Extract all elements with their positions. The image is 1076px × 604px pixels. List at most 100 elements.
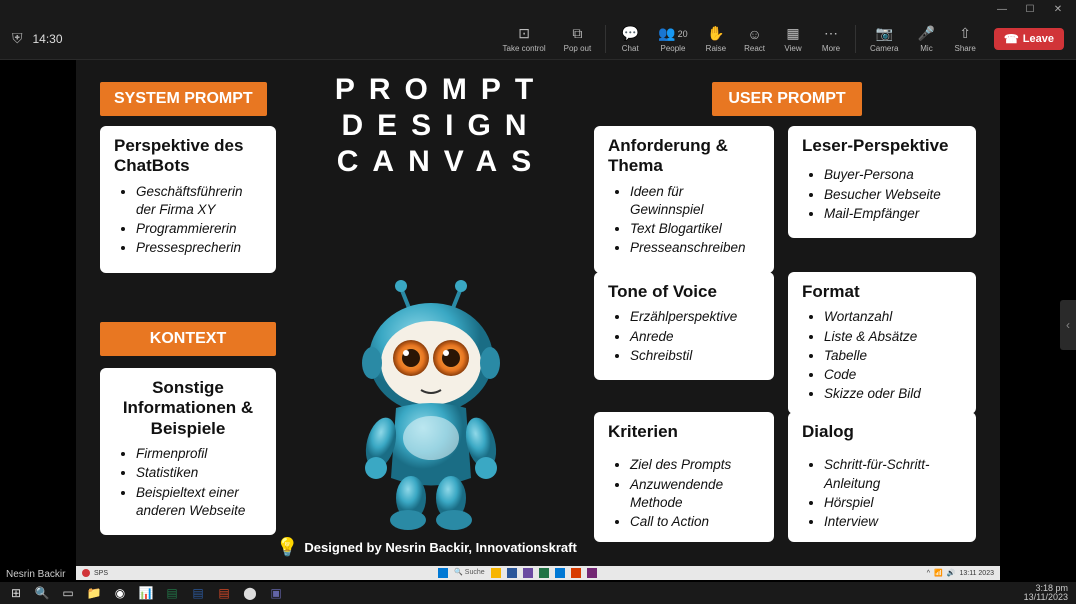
list-item: Schritt-für-Schritt-Anleitung bbox=[824, 456, 962, 492]
card-heading: Sonstige Informationen & Beispiele bbox=[114, 378, 262, 439]
mic-off-icon: 🎤 bbox=[918, 25, 935, 43]
view-button[interactable]: ▦ View bbox=[775, 23, 811, 55]
powerpoint-icon[interactable]: ▤ bbox=[216, 585, 232, 601]
card-perspektive-chatbot: Perspektive des ChatBots Geschäftsführer… bbox=[100, 126, 276, 273]
people-count: 20 bbox=[678, 29, 688, 39]
people-icon: 👥20 bbox=[658, 25, 687, 43]
card-heading: Tone of Voice bbox=[608, 282, 760, 302]
list-item: Ziel des Prompts bbox=[630, 456, 760, 474]
view-icon: ▦ bbox=[786, 25, 799, 43]
take-control-button[interactable]: ⊡ Take control bbox=[495, 23, 554, 55]
card-list: Geschäftsführerin der Firma XY Programmi… bbox=[114, 183, 262, 258]
camera-icon: 📷 bbox=[876, 25, 893, 43]
taskbar-app-icon[interactable] bbox=[507, 568, 517, 578]
tray-volume-icon[interactable]: 🔊 bbox=[947, 569, 956, 577]
card-format: Format Wortanzahl Liste & Absätze Tabell… bbox=[788, 272, 976, 414]
list-item: Ideen für Gewinnspiel bbox=[630, 183, 760, 219]
windows-start-icon[interactable] bbox=[438, 568, 448, 578]
list-item: Firmenprofil bbox=[136, 445, 262, 463]
smile-icon: ☺ bbox=[747, 25, 761, 43]
card-list: Firmenprofil Statistiken Beispieltext ei… bbox=[114, 445, 262, 520]
taskbar-app-icon[interactable] bbox=[587, 568, 597, 578]
taskbar-app-icon[interactable] bbox=[523, 568, 533, 578]
leave-button[interactable]: ☎ Leave bbox=[994, 28, 1064, 50]
thumbnail-strip bbox=[0, 60, 76, 580]
system-prompt-badge: SYSTEM PROMPT bbox=[100, 82, 267, 116]
list-item: Skizze oder Bild bbox=[824, 385, 962, 403]
share-icon: ⇧ bbox=[959, 25, 971, 43]
minimize-button[interactable]: — bbox=[988, 1, 1016, 17]
people-button[interactable]: 👥20 People bbox=[650, 23, 695, 55]
share-button[interactable]: ⇧ Share bbox=[946, 23, 983, 55]
list-item: Beispieltext einer anderen Webseite bbox=[136, 484, 262, 520]
close-button[interactable]: ✕ bbox=[1044, 1, 1072, 17]
lightbulb-icon: 💡 bbox=[276, 537, 298, 558]
list-item: Erzählperspektive bbox=[630, 308, 760, 326]
app-icon[interactable]: 📊 bbox=[138, 585, 154, 601]
chat-icon: 💬 bbox=[622, 25, 639, 43]
chrome-icon[interactable]: ◉ bbox=[112, 585, 128, 601]
host-clock[interactable]: 3:18 pm 13/11/2023 bbox=[1024, 584, 1068, 602]
list-item: Tabelle bbox=[824, 347, 962, 365]
tray-wifi-icon[interactable]: 📶 bbox=[934, 569, 943, 577]
card-tone-of-voice: Tone of Voice Erzählperspektive Anrede S… bbox=[594, 272, 774, 380]
leave-label: Leave bbox=[1023, 33, 1054, 45]
list-item: Interview bbox=[824, 513, 962, 531]
remote-taskbar-center: 🔍 Suche bbox=[438, 568, 597, 578]
list-item: Wortanzahl bbox=[824, 308, 962, 326]
list-item: Programmiererin bbox=[136, 220, 262, 238]
chat-button[interactable]: 💬 Chat bbox=[612, 23, 648, 55]
tray-chevron-icon[interactable]: ^ bbox=[927, 570, 930, 577]
list-item: Presseanschreiben bbox=[630, 239, 760, 257]
camera-button[interactable]: 📷 Camera bbox=[862, 23, 906, 55]
excel-icon[interactable]: ▤ bbox=[164, 585, 180, 601]
obs-icon[interactable]: ⬤ bbox=[242, 585, 258, 601]
presenter-name: Nesrin Backir bbox=[6, 569, 65, 580]
maximize-button[interactable]: ☐ bbox=[1016, 1, 1044, 17]
task-view-icon[interactable]: ▭ bbox=[60, 585, 76, 601]
list-item: Anzuwendende Methode bbox=[630, 476, 760, 512]
list-item: Geschäftsführerin der Firma XY bbox=[136, 183, 262, 219]
shared-slide: PROMPT DESIGN CANVAS SYSTEM PROMPT Persp… bbox=[76, 60, 1000, 566]
ellipsis-icon: ⋯ bbox=[824, 25, 838, 43]
robot-illustration bbox=[326, 268, 536, 548]
remote-clock[interactable]: 13:11 2023 bbox=[959, 570, 994, 577]
react-button[interactable]: ☺ React bbox=[736, 23, 773, 55]
search-box[interactable]: 🔍 Suche bbox=[454, 568, 485, 578]
user-prompt-badge: USER PROMPT bbox=[712, 82, 862, 116]
raise-hand-button[interactable]: ✋ Raise bbox=[698, 23, 734, 55]
popout-button[interactable]: ⧉ Pop out bbox=[556, 23, 600, 55]
app-icon[interactable] bbox=[82, 569, 90, 577]
list-item: Statistiken bbox=[136, 464, 262, 482]
share-label: Share bbox=[954, 44, 975, 53]
mic-button[interactable]: 🎤 Mic bbox=[908, 23, 944, 55]
card-heading: Dialog bbox=[802, 422, 962, 442]
more-button[interactable]: ⋯ More bbox=[813, 23, 849, 55]
meeting-toolbar: ⛨ 14:30 ⊡ Take control ⧉ Pop out 💬 Chat … bbox=[0, 18, 1076, 60]
app-label: SPS bbox=[94, 570, 108, 577]
taskbar-app-icon[interactable] bbox=[539, 568, 549, 578]
side-panel-handle[interactable]: ‹ bbox=[1060, 300, 1076, 350]
taskbar-app-icon[interactable] bbox=[491, 568, 501, 578]
react-label: React bbox=[744, 44, 765, 53]
file-explorer-icon[interactable]: 📁 bbox=[86, 585, 102, 601]
divider bbox=[855, 25, 856, 53]
windows-start-icon[interactable]: ⊞ bbox=[8, 585, 24, 601]
search-icon[interactable]: 🔍 bbox=[34, 585, 50, 601]
card-sonstige-info: Sonstige Informationen & Beispiele Firme… bbox=[100, 368, 276, 535]
list-item: Pressesprecherin bbox=[136, 239, 262, 257]
teams-icon[interactable]: ▣ bbox=[268, 585, 284, 601]
taskbar-app-icon[interactable] bbox=[571, 568, 581, 578]
title-line-2: DESIGN bbox=[301, 108, 581, 144]
take-control-label: Take control bbox=[503, 44, 546, 53]
hand-icon: ✋ bbox=[707, 25, 724, 43]
mic-label: Mic bbox=[920, 44, 932, 53]
card-list: Schritt-für-Schritt-Anleitung Hörspiel I… bbox=[802, 456, 962, 531]
popout-icon: ⧉ bbox=[572, 25, 582, 43]
remote-tray[interactable]: ^ 📶 🔊 13:11 2023 bbox=[927, 569, 994, 577]
list-item: Mail-Empfänger bbox=[824, 205, 962, 223]
list-item: Code bbox=[824, 366, 962, 384]
word-icon[interactable]: ▤ bbox=[190, 585, 206, 601]
taskbar-app-icon[interactable] bbox=[555, 568, 565, 578]
clock-date: 13/11/2023 bbox=[1024, 593, 1068, 602]
